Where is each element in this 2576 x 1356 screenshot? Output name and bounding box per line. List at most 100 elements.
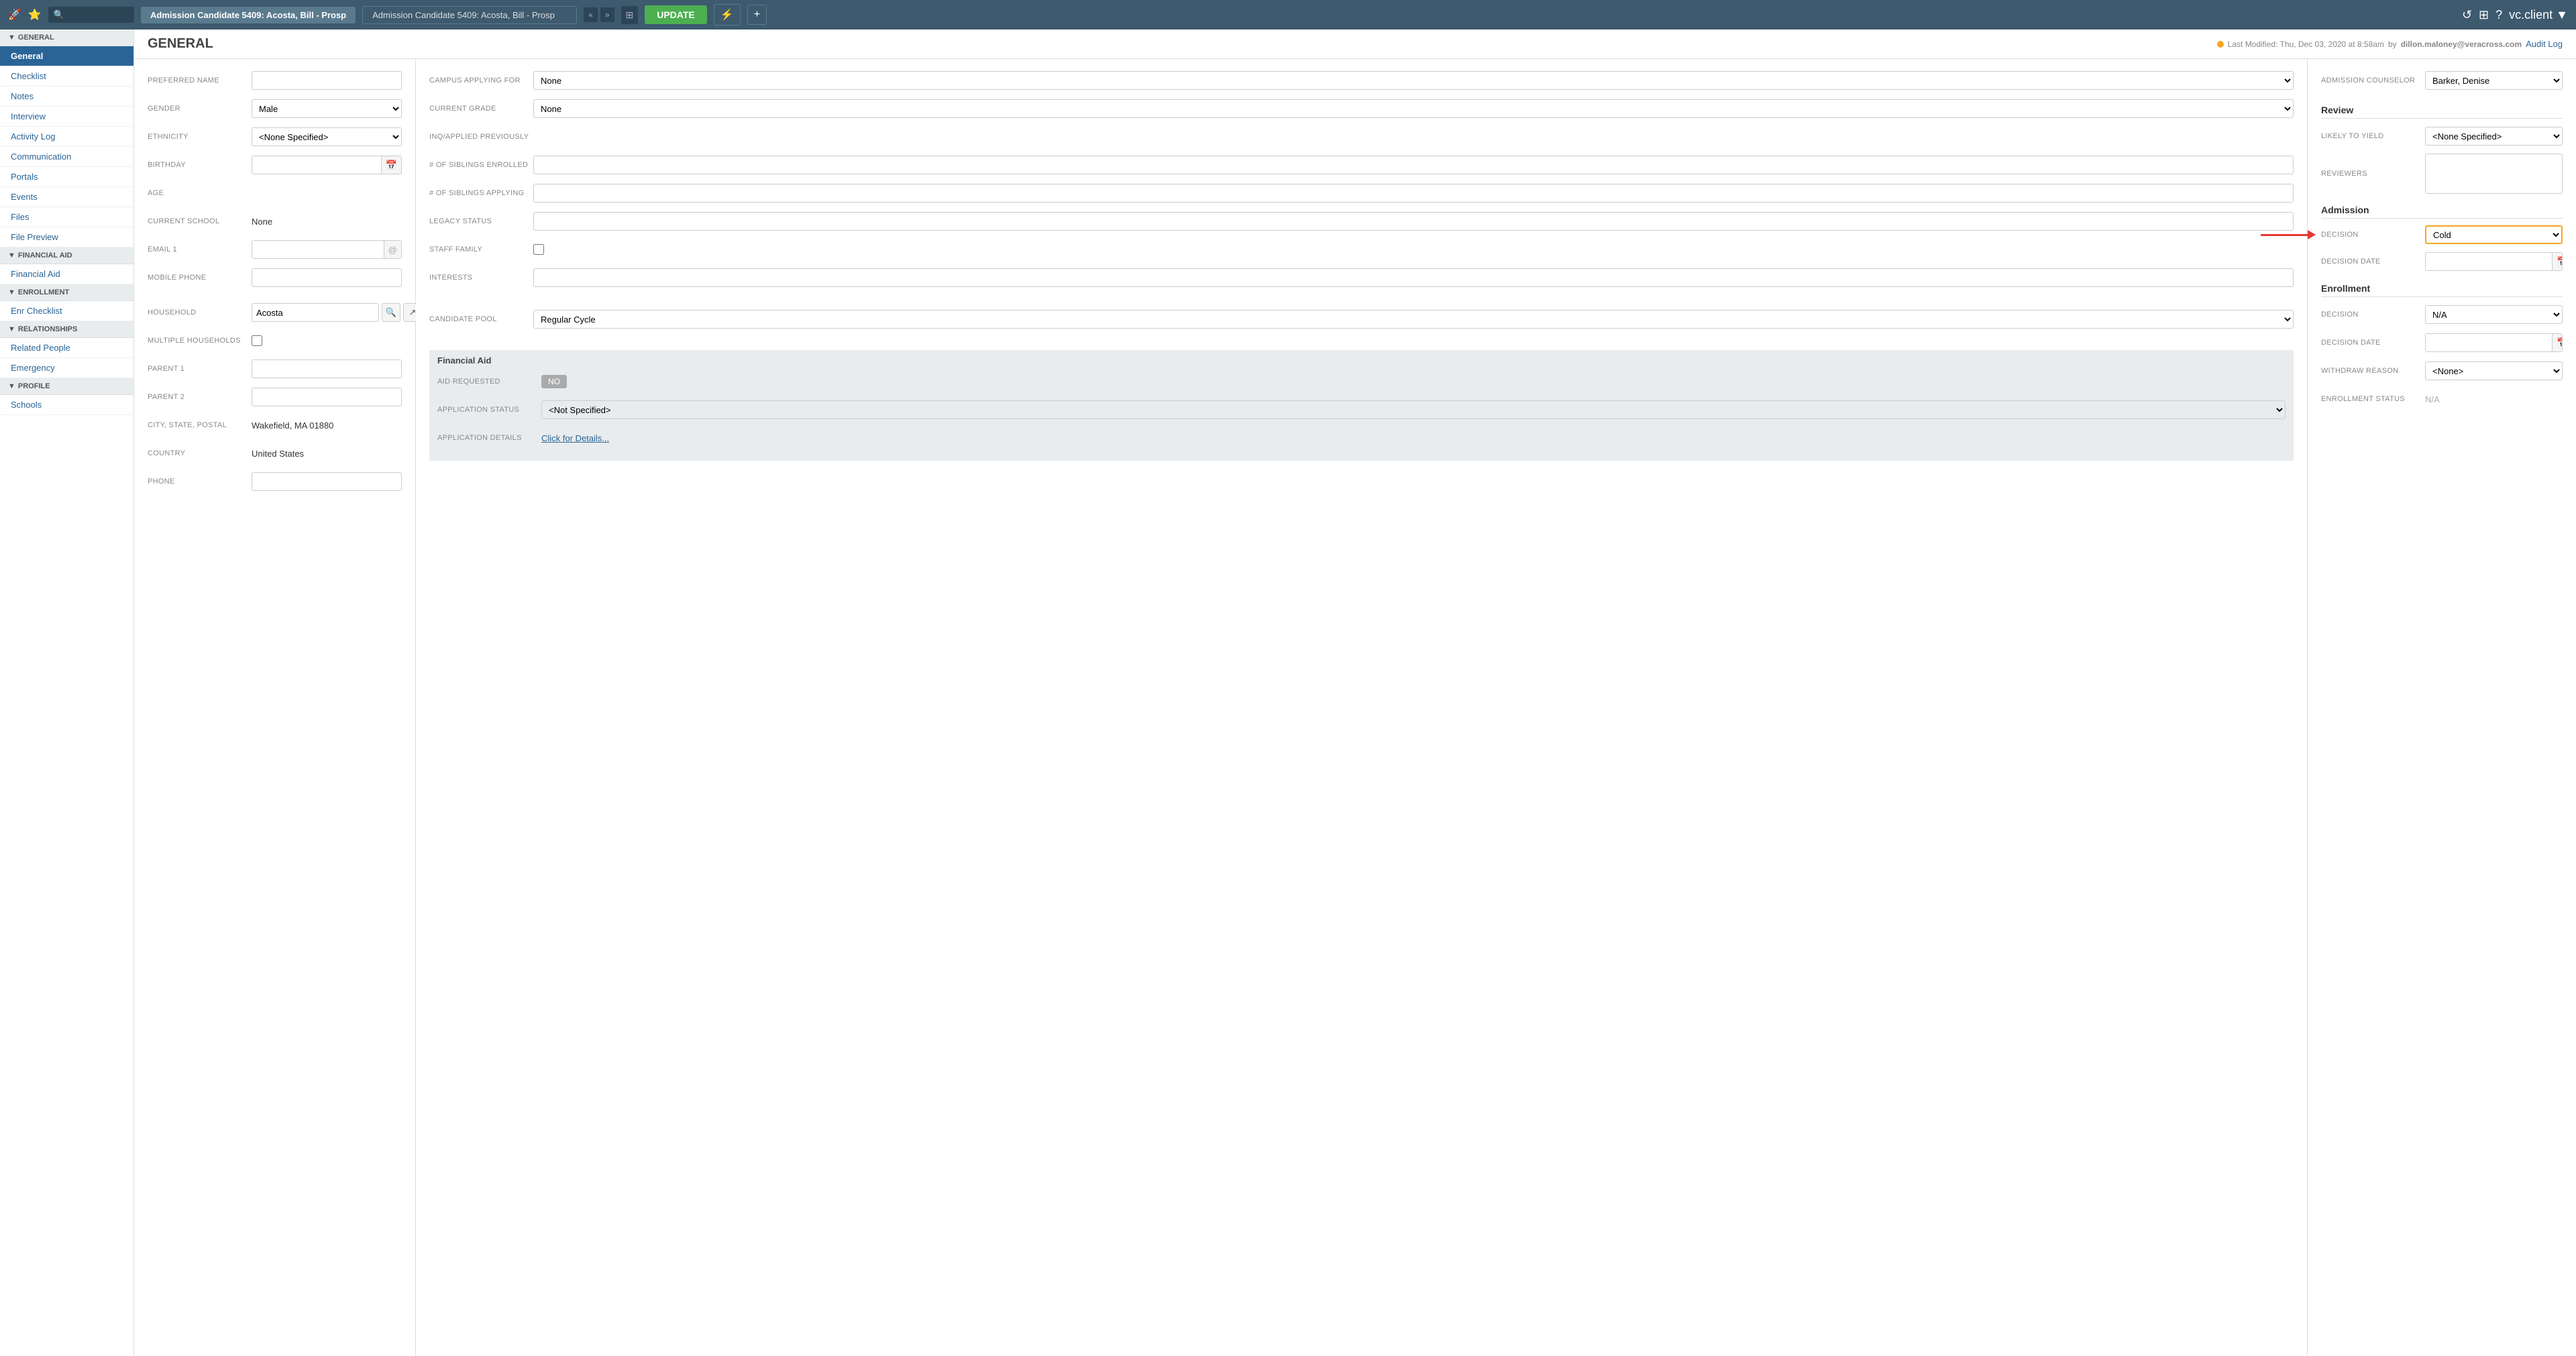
decision-date-calendar-icon[interactable]: 📅 bbox=[2552, 253, 2563, 270]
household-search-button[interactable]: 🔍 bbox=[382, 303, 400, 322]
sidebar-item-related-people[interactable]: Related People bbox=[0, 338, 133, 358]
admission-counselor-select[interactable]: Barker, Denise Smith, John bbox=[2425, 71, 2563, 90]
enrollment-decision-date-label: DECISION DATE bbox=[2321, 339, 2425, 347]
gender-row: GENDER Male Female Other bbox=[148, 98, 402, 119]
email1-label: EMAIL 1 bbox=[148, 245, 252, 253]
sidebar-item-portals[interactable]: Portals bbox=[0, 167, 133, 187]
siblings-applying-input[interactable] bbox=[533, 184, 2294, 203]
legacy-status-label: LEGACY STATUS bbox=[429, 217, 533, 225]
current-grade-select[interactable]: None bbox=[533, 99, 2294, 118]
history-icon[interactable]: ↺ bbox=[2462, 8, 2472, 22]
decision-date-input[interactable] bbox=[2426, 253, 2552, 270]
email1-input[interactable] bbox=[252, 241, 384, 258]
user-label[interactable]: vc.client ▼ bbox=[2509, 8, 2568, 22]
aid-requested-label: AID REQUESTED bbox=[437, 378, 541, 386]
interests-row: INTERESTS bbox=[429, 267, 2294, 288]
sidebar-item-files[interactable]: Files bbox=[0, 207, 133, 227]
search-input[interactable] bbox=[68, 10, 129, 20]
bolt-button[interactable]: ⚡ bbox=[714, 4, 741, 25]
admission-decision-select[interactable]: Cold Accept Deny Waitlist Withdraw bbox=[2425, 225, 2563, 244]
legacy-status-input[interactable] bbox=[533, 212, 2294, 231]
aid-requested-toggle[interactable]: NO bbox=[541, 375, 567, 388]
application-status-select[interactable]: <Not Specified> bbox=[541, 400, 2286, 419]
search-box[interactable]: 🔍 bbox=[48, 7, 134, 23]
household-field: 🔍 ↗ bbox=[252, 303, 422, 322]
sidebar-item-enr-checklist[interactable]: Enr Checklist bbox=[0, 301, 133, 321]
age-row: AGE bbox=[148, 182, 402, 204]
top-right-icons: ↺ ⊞ ? vc.client ▼ bbox=[2462, 8, 2568, 22]
preferred-name-row: PREFERRED NAME bbox=[148, 70, 402, 91]
enrollment-decision-date-input[interactable] bbox=[2426, 334, 2552, 351]
update-button[interactable]: UPDATE bbox=[645, 5, 707, 24]
grid-view-button[interactable]: ⊞ bbox=[621, 6, 639, 24]
admission-counselor-label: ADMISSION COUNSELOR bbox=[2321, 76, 2425, 84]
preferred-name-input[interactable] bbox=[252, 71, 402, 90]
household-input[interactable] bbox=[252, 303, 379, 322]
likely-to-yield-label: LIKELY TO YIELD bbox=[2321, 132, 2425, 140]
enrollment-decision-select[interactable]: N/A Enrolled Declined bbox=[2425, 305, 2563, 324]
sidebar-item-activity-log[interactable]: Activity Log bbox=[0, 127, 133, 147]
next-arrow[interactable]: » bbox=[600, 7, 614, 22]
current-grade-label: CURRENT GRADE bbox=[429, 105, 533, 113]
enrollment-status-value: N/A bbox=[2425, 394, 2440, 404]
withdraw-reason-row: WITHDRAW REASON <None> bbox=[2321, 360, 2563, 382]
sidebar-item-emergency[interactable]: Emergency bbox=[0, 358, 133, 378]
admissions-nav[interactable]: Admission Candidate 5409: Acosta, Bill -… bbox=[141, 7, 356, 23]
admission-title: Admission bbox=[2321, 205, 2563, 219]
interests-input[interactable] bbox=[533, 268, 2294, 287]
sidebar-item-file-preview[interactable]: File Preview bbox=[0, 227, 133, 247]
sidebar-item-events[interactable]: Events bbox=[0, 187, 133, 207]
staff-family-label: STAFF FAMILY bbox=[429, 245, 533, 253]
parent2-label: PARENT 2 bbox=[148, 393, 252, 401]
sidebar-item-interview[interactable]: Interview bbox=[0, 107, 133, 127]
phone-input[interactable] bbox=[252, 472, 402, 491]
multiple-households-checkbox[interactable] bbox=[252, 335, 262, 346]
chevron-down-icon-5: ▼ bbox=[8, 382, 15, 390]
candidate-pool-select[interactable]: Regular Cycle Early Decision Rolling bbox=[533, 310, 2294, 329]
email-at-icon: @ bbox=[384, 241, 401, 258]
chevron-down-icon: ▼ bbox=[8, 34, 15, 42]
phone-row: PHONE bbox=[148, 471, 402, 492]
last-modified-text: Last Modified: Thu, Dec 03, 2020 at 8:58… bbox=[2228, 40, 2384, 49]
birthday-input[interactable] bbox=[252, 156, 381, 174]
sidebar-section-enrollment: ▼ ENROLLMENT bbox=[0, 284, 133, 301]
campus-applying-label: CAMPUS APPLYING FOR bbox=[429, 76, 533, 84]
financial-aid-title: Financial Aid bbox=[437, 355, 2286, 365]
sidebar-item-notes[interactable]: Notes bbox=[0, 87, 133, 107]
birthday-calendar-icon[interactable]: 📅 bbox=[381, 156, 401, 174]
sidebar-item-communication[interactable]: Communication bbox=[0, 147, 133, 167]
sidebar-item-financial-aid[interactable]: Financial Aid bbox=[0, 264, 133, 284]
enrollment-date-calendar-icon[interactable]: 📅 bbox=[2552, 334, 2563, 351]
campus-applying-select[interactable]: None Main Campus bbox=[533, 71, 2294, 90]
household-label: HOUSEHOLD bbox=[148, 308, 252, 317]
sidebar-section-general: ▼ GENERAL bbox=[0, 30, 133, 46]
likely-to-yield-select[interactable]: <None Specified> High Medium Low bbox=[2425, 127, 2563, 146]
siblings-enrolled-input[interactable] bbox=[533, 156, 2294, 174]
help-icon[interactable]: ? bbox=[2496, 8, 2502, 22]
mobile-phone-input[interactable] bbox=[252, 268, 402, 287]
withdraw-reason-select[interactable]: <None> bbox=[2425, 361, 2563, 380]
sidebar-item-schools[interactable]: Schools bbox=[0, 395, 133, 415]
audit-log-link[interactable]: Audit Log bbox=[2526, 39, 2563, 49]
city-state-postal-label: CITY, STATE, POSTAL bbox=[148, 421, 252, 429]
prev-arrow[interactable]: « bbox=[584, 7, 598, 22]
gender-select[interactable]: Male Female Other bbox=[252, 99, 402, 118]
page-header: GENERAL Last Modified: Thu, Dec 03, 2020… bbox=[134, 30, 2576, 59]
top-bar: 🚀 ⭐ 🔍 Admission Candidate 5409: Acosta, … bbox=[0, 0, 2576, 30]
parent2-input[interactable] bbox=[252, 388, 402, 406]
application-details-link[interactable]: Click for Details... bbox=[541, 433, 609, 443]
current-school-row: CURRENT SCHOOL None bbox=[148, 211, 402, 232]
ethnicity-select[interactable]: <None Specified> Hispanic White bbox=[252, 127, 402, 146]
multiple-households-row: MULTIPLE HOUSEHOLDS bbox=[148, 330, 402, 351]
apps-icon[interactable]: ⊞ bbox=[2479, 8, 2489, 22]
add-button[interactable]: + bbox=[747, 5, 767, 25]
form-main: PREFERRED NAME GENDER Male Female Other … bbox=[134, 59, 2576, 1356]
sidebar-item-checklist[interactable]: Checklist bbox=[0, 66, 133, 87]
sidebar: ▼ GENERAL General Checklist Notes Interv… bbox=[0, 30, 134, 1356]
rocket-icon[interactable]: 🚀 bbox=[8, 8, 21, 21]
sidebar-item-general[interactable]: General bbox=[0, 46, 133, 66]
parent1-input[interactable] bbox=[252, 359, 402, 378]
city-state-postal-value: Wakefield, MA 01880 bbox=[252, 420, 402, 431]
staff-family-checkbox[interactable] bbox=[533, 244, 544, 255]
star-icon[interactable]: ⭐ bbox=[28, 8, 42, 21]
